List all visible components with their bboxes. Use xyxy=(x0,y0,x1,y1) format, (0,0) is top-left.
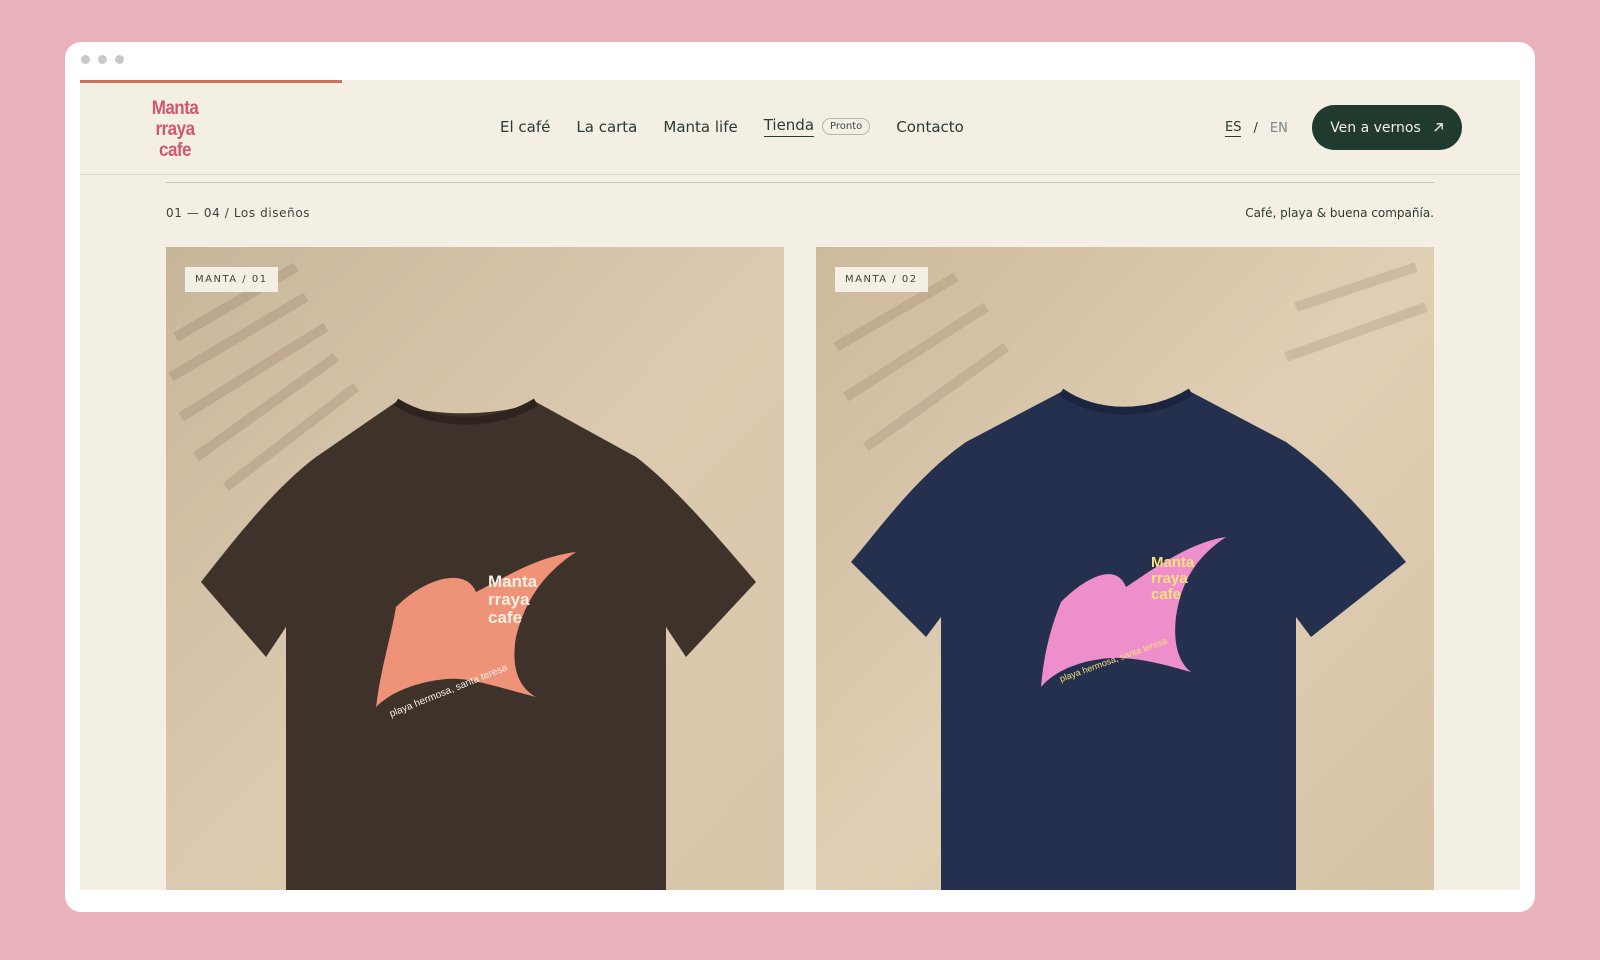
nav-el-cafe[interactable]: El café xyxy=(500,118,550,136)
window-dot[interactable] xyxy=(115,55,124,64)
svg-text:Manta: Manta xyxy=(488,572,538,591)
nav-la-carta[interactable]: La carta xyxy=(576,118,637,136)
svg-text:rraya: rraya xyxy=(488,590,530,609)
brand-logo[interactable]: Manta rraya cafe xyxy=(143,92,207,164)
logo-line: cafe xyxy=(158,138,192,160)
window-controls xyxy=(81,55,124,64)
nav-tienda[interactable]: Tienda xyxy=(763,116,815,137)
lang-en[interactable]: EN xyxy=(1270,121,1288,136)
svg-text:cafe: cafe xyxy=(1151,586,1181,603)
tshirt-photo: Manta rraya cafe playa hermosa, santa te… xyxy=(816,247,1434,890)
nav-tienda-group: Tienda Pronto xyxy=(763,116,871,137)
lang-es[interactable]: ES xyxy=(1225,120,1242,137)
coming-soon-badge: Pronto xyxy=(822,118,871,135)
visit-us-label: Ven a vernos xyxy=(1330,119,1421,136)
product-card[interactable]: MANTA / 02 Manta rraya cafe playa hermos… xyxy=(816,247,1434,890)
window-dot[interactable] xyxy=(81,55,90,64)
browser-window: Manta rraya cafe El café La carta Manta … xyxy=(65,42,1535,912)
site-header: Manta rraya cafe El café La carta Manta … xyxy=(80,80,1520,175)
lang-separator: / xyxy=(1253,121,1258,136)
svg-text:rraya: rraya xyxy=(1151,570,1188,587)
tshirt-photo: Manta rraya cafe playa hermosa, santa te… xyxy=(166,247,784,890)
svg-text:cafe: cafe xyxy=(488,608,522,627)
language-switcher: ES / EN xyxy=(1225,120,1288,137)
section-divider xyxy=(166,182,1434,183)
product-tag: MANTA / 02 xyxy=(835,267,928,292)
visit-us-button[interactable]: Ven a vernos xyxy=(1312,105,1462,150)
section-counter: 01 — 04 / Los diseños xyxy=(166,206,311,220)
product-card[interactable]: MANTA / 01 Manta rraya cafe playa hermos… xyxy=(166,247,784,890)
main-nav: El café La carta Manta life Tienda Pront… xyxy=(500,116,964,137)
product-tag: MANTA / 01 xyxy=(185,267,278,292)
svg-text:Manta: Manta xyxy=(1151,554,1195,571)
section-tagline: Café, playa & buena compañía. xyxy=(1245,206,1434,220)
nav-manta-life[interactable]: Manta life xyxy=(663,118,737,136)
window-dot[interactable] xyxy=(98,55,107,64)
nav-contacto[interactable]: Contacto xyxy=(896,118,964,136)
arrow-up-right-icon xyxy=(1434,123,1443,132)
page: Manta rraya cafe El café La carta Manta … xyxy=(80,80,1520,890)
